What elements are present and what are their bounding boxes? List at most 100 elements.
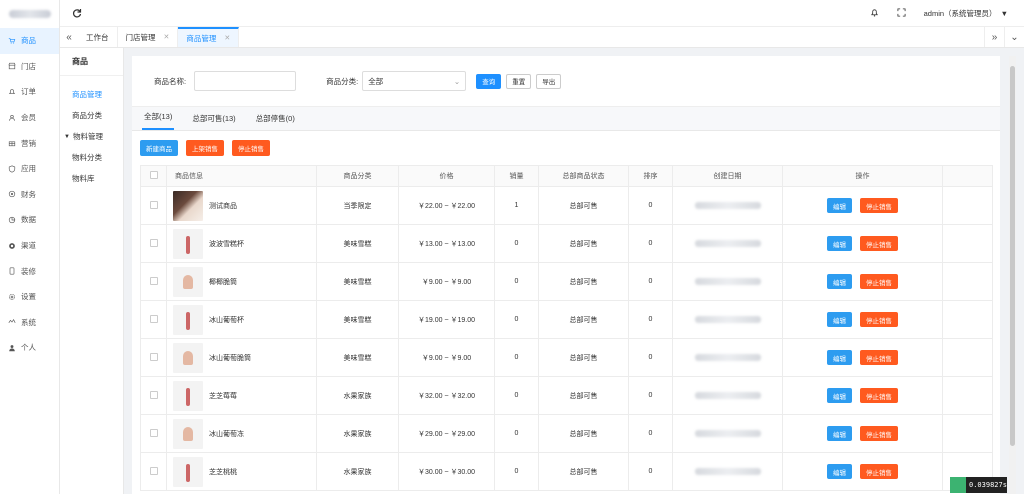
- product-submenu: 商品 商品管理 商品分类 ▼ 物料管理 物料分类 物料库: [60, 48, 124, 494]
- sidebar-item-5[interactable]: 应用: [0, 156, 59, 182]
- edit-button[interactable]: 编辑: [827, 388, 852, 403]
- sidebar-item-9[interactable]: 装修: [0, 258, 59, 284]
- stop-sale-button[interactable]: 停止销售: [860, 350, 898, 365]
- chevron-down-icon[interactable]: ⌄: [1004, 27, 1024, 47]
- close-icon[interactable]: ✕: [224, 34, 230, 42]
- operation-cell: 编辑 停止销售: [782, 338, 943, 377]
- status-cell: 总部可售: [538, 224, 629, 263]
- fullscreen-icon[interactable]: [897, 7, 906, 19]
- caret-down-icon: ▼: [1000, 8, 1008, 18]
- operation-cell: 编辑 停止销售: [782, 224, 943, 263]
- bulk-stop-button[interactable]: 停止销售: [232, 140, 270, 156]
- reset-button[interactable]: 重置: [506, 73, 532, 89]
- category-cell: 水果家族: [316, 376, 399, 415]
- select-all-checkbox[interactable]: [149, 171, 158, 179]
- edit-button[interactable]: 编辑: [827, 236, 852, 251]
- tab-hq-stopped[interactable]: 总部停售(0): [254, 113, 297, 130]
- stop-sale-button[interactable]: 停止销售: [860, 464, 898, 479]
- refresh-icon[interactable]: [72, 8, 82, 18]
- sidebar-item-6[interactable]: 财务: [0, 182, 59, 208]
- column-header-empty: [942, 165, 993, 187]
- row-checkbox[interactable]: [149, 466, 158, 475]
- bulk-onsale-button[interactable]: 上架销售: [186, 140, 224, 156]
- user-icon: [8, 114, 16, 122]
- edit-button[interactable]: 编辑: [827, 274, 852, 289]
- submenu-item-material-category[interactable]: 物料分类: [60, 147, 123, 168]
- submenu-item-product-management[interactable]: 商品管理: [60, 84, 123, 105]
- sidebar-item-2[interactable]: 订单: [0, 79, 59, 105]
- submenu-item-material-library[interactable]: 物料库: [60, 168, 123, 189]
- category-cell: 当季限定: [316, 186, 399, 225]
- row-checkbox[interactable]: [149, 428, 158, 437]
- submenu-item-product-category[interactable]: 商品分类: [60, 105, 123, 126]
- stop-sale-button[interactable]: 停止销售: [860, 388, 898, 403]
- stop-sale-button[interactable]: 停止销售: [860, 274, 898, 289]
- row-checkbox[interactable]: [149, 352, 158, 361]
- page-scrollbar[interactable]: [1009, 56, 1016, 494]
- sidebar-item-11[interactable]: 系统: [0, 310, 59, 336]
- user-menu[interactable]: admin（系统管理员） ▼: [924, 8, 1008, 19]
- sales-cell: 0: [494, 452, 539, 491]
- empty-cell: [942, 414, 993, 453]
- sidebar-item-label: 个人: [21, 343, 36, 353]
- edit-button[interactable]: 编辑: [827, 312, 852, 327]
- edit-button[interactable]: 编辑: [827, 426, 852, 441]
- scroll-right-icon[interactable]: »: [984, 27, 1004, 47]
- stop-sale-button[interactable]: 停止销售: [860, 312, 898, 327]
- product-name-input[interactable]: [194, 71, 297, 91]
- collapse-left-icon[interactable]: «: [60, 27, 78, 47]
- edit-button[interactable]: 编辑: [827, 350, 852, 365]
- sidebar-item-4[interactable]: 营销: [0, 130, 59, 156]
- row-checkbox[interactable]: [149, 200, 158, 209]
- stop-sale-button[interactable]: 停止销售: [860, 236, 898, 251]
- row-select-cell: [140, 186, 167, 225]
- submenu-group-material-management[interactable]: ▼ 物料管理: [60, 126, 123, 147]
- create-product-button[interactable]: 新建商品: [140, 140, 178, 156]
- query-button[interactable]: 查询: [476, 73, 502, 89]
- edit-button[interactable]: 编辑: [827, 464, 852, 479]
- sidebar-item-3[interactable]: 会员: [0, 105, 59, 131]
- category-cell: 美味雪糕: [316, 338, 399, 377]
- redacted-date: [694, 354, 761, 361]
- row-checkbox[interactable]: [149, 238, 158, 247]
- product-name-label: 商品名称:: [154, 76, 187, 86]
- close-icon[interactable]: ✕: [164, 33, 170, 41]
- tab-workbench[interactable]: 工作台: [78, 27, 118, 47]
- notification-icon[interactable]: [870, 8, 879, 19]
- tab-label: 工作台: [86, 32, 109, 42]
- column-header: 创建日期: [672, 165, 783, 187]
- status-cell: 总部可售: [538, 300, 629, 339]
- created-date-cell: [672, 186, 783, 225]
- tab-all[interactable]: 全部(13): [142, 111, 175, 130]
- sidebar-item-7[interactable]: 数据: [0, 207, 59, 233]
- row-checkbox[interactable]: [149, 390, 158, 399]
- export-button[interactable]: 导出: [536, 73, 562, 89]
- scrollbar-thumb[interactable]: [1010, 66, 1015, 446]
- category-select[interactable]: 全部 ⌄: [362, 71, 467, 91]
- column-header: 商品分类: [316, 165, 399, 187]
- stop-sale-button[interactable]: 停止销售: [860, 426, 898, 441]
- product-name: 椰椰脆筒: [209, 278, 237, 286]
- stop-sale-button[interactable]: 停止销售: [860, 198, 898, 213]
- sidebar-item-0[interactable]: 商品: [0, 28, 59, 54]
- redacted-date: [694, 392, 761, 399]
- tab-store-management[interactable]: 门店管理 ✕: [118, 27, 179, 47]
- table-row: 芝芝桃桃 水果家族 ￥30.00 ~ ￥30.00 0 总部可售 0 编辑 停止销售: [140, 452, 993, 491]
- sidebar-item-8[interactable]: 渠道: [0, 233, 59, 259]
- column-header: 商品信息: [166, 165, 317, 187]
- row-checkbox[interactable]: [149, 314, 158, 323]
- tab-product-management[interactable]: 商品管理 ✕: [178, 27, 240, 47]
- submenu-title: 商品: [60, 48, 123, 76]
- operation-cell: 编辑 停止销售: [782, 414, 943, 453]
- sales-cell: 0: [494, 414, 539, 453]
- sort-cell: 0: [628, 224, 673, 263]
- sidebar-item-10[interactable]: 设置: [0, 284, 59, 310]
- sidebar-item-12[interactable]: 个人: [0, 335, 59, 361]
- tab-hq-on-sale[interactable]: 总部可售(13): [190, 113, 237, 130]
- sidebar-item-1[interactable]: 门店: [0, 54, 59, 80]
- row-checkbox[interactable]: [149, 276, 158, 285]
- perf-widget: 0.039827s: [950, 477, 1007, 493]
- channel-icon: [8, 242, 16, 250]
- edit-button[interactable]: 编辑: [827, 198, 852, 213]
- redacted-date: [694, 430, 761, 437]
